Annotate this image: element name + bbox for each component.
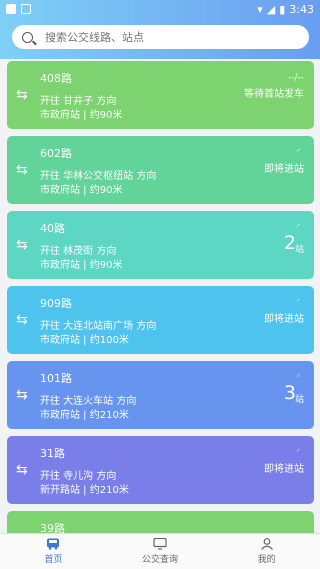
bottom-tab-bar: 首页 公交查询 我的 xyxy=(0,533,320,569)
route-name: 909路 xyxy=(40,297,72,310)
search-input[interactable] xyxy=(45,30,265,44)
route-stop: 市政府站 | 约100米 xyxy=(40,335,129,346)
arrival-status: 即将进站 xyxy=(264,164,304,175)
tab-home-label: 首页 xyxy=(44,555,63,565)
arrival-status: 即将进站 xyxy=(264,464,304,475)
swap-direction-icon[interactable]: ⇆ xyxy=(16,87,28,103)
user-icon xyxy=(260,538,273,550)
route-stop: 市政府站 | 约90米 xyxy=(40,185,123,196)
realtime-signal-icon: ◜ xyxy=(296,297,300,306)
tab-profile[interactable]: 我的 xyxy=(213,534,320,569)
arrival-status: 等待首站发车 xyxy=(244,89,304,100)
realtime-signal-icon: ◜ xyxy=(296,447,300,456)
route-direction: 开往 甘井子 方向 xyxy=(40,96,117,107)
arrival-status: 即将进站 xyxy=(264,314,304,325)
tab-home[interactable]: 首页 xyxy=(0,534,107,569)
swap-direction-icon[interactable]: ⇆ xyxy=(16,387,28,403)
notification-icon xyxy=(6,4,16,14)
battery-icon: ▮ xyxy=(279,2,286,16)
route-card[interactable]: ⇆ 40路 开往 林茂街 方向 市政府站 | 约90米 ◜ 2 站 xyxy=(7,211,314,279)
swap-direction-icon[interactable]: ⇆ xyxy=(16,237,28,253)
realtime-signal-icon: ◜ xyxy=(296,222,300,231)
search-icon xyxy=(22,31,33,43)
image-icon xyxy=(21,4,31,14)
status-bar: ▾ ◢ ▮ 3:43 xyxy=(0,0,320,18)
route-name: 408路 xyxy=(40,72,72,85)
tab-profile-label: 我的 xyxy=(257,555,276,565)
tab-bus-query-label: 公交查询 xyxy=(142,555,179,565)
swap-direction-icon[interactable]: ⇆ xyxy=(16,162,28,178)
route-name: 101路 xyxy=(40,372,72,385)
route-list: ⇆ 408路 开往 甘井子 方向 市政府站 | 约90米 --/-- 等待首站发… xyxy=(7,61,314,569)
route-card[interactable]: ⇆ 101路 开往 大连火车站 方向 市政府站 | 约210米 ◜ 3 站 xyxy=(7,361,314,429)
route-stop: 新开路站 | 约210米 xyxy=(40,485,129,496)
status-time: 3:43 xyxy=(289,2,314,16)
monitor-icon xyxy=(153,538,167,550)
route-stop: 市政府站 | 约90米 xyxy=(40,260,123,271)
route-direction: 开往 大连火车站 方向 xyxy=(40,396,137,407)
route-name: 602路 xyxy=(40,147,72,160)
signal-icon: ◢ xyxy=(266,2,276,16)
search-bar[interactable] xyxy=(12,25,309,49)
bus-icon xyxy=(47,538,60,550)
realtime-signal-icon: ◜ xyxy=(296,372,300,381)
route-stop: 市政府站 | 约90米 xyxy=(40,110,123,121)
route-card[interactable]: ⇆ 31路 开往 寺儿沟 方向 新开路站 | 约210米 ◜ 即将进站 xyxy=(7,436,314,504)
stops-away-unit: 站 xyxy=(294,245,304,255)
swap-direction-icon[interactable]: ⇆ xyxy=(16,462,28,478)
swap-direction-icon[interactable]: ⇆ xyxy=(16,312,28,328)
route-direction: 开往 华林公交枢纽站 方向 xyxy=(40,171,157,182)
stops-away-unit: 站 xyxy=(294,395,304,405)
route-card[interactable]: ⇆ 602路 开往 华林公交枢纽站 方向 市政府站 | 约90米 ◜ 即将进站 xyxy=(7,136,314,204)
tab-bus-query[interactable]: 公交查询 xyxy=(107,534,214,569)
route-card[interactable]: ⇆ 909路 开往 大连北站南广场 方向 市政府站 | 约100米 ◜ 即将进站 xyxy=(7,286,314,354)
route-stop: 市政府站 | 约210米 xyxy=(40,410,129,421)
route-name: 40路 xyxy=(40,222,65,235)
route-direction: 开往 寺儿沟 方向 xyxy=(40,471,117,482)
realtime-signal-icon: ◜ xyxy=(296,147,300,156)
route-direction: 开往 林茂街 方向 xyxy=(40,246,117,257)
header: ▾ ◢ ▮ 3:43 xyxy=(0,0,320,59)
route-card[interactable]: ⇆ 408路 开往 甘井子 方向 市政府站 | 约90米 --/-- 等待首站发… xyxy=(7,61,314,129)
route-name: 31路 xyxy=(40,447,65,460)
wifi-icon: ▾ xyxy=(257,2,263,16)
route-direction: 开往 大连北站南广场 方向 xyxy=(40,321,157,332)
arrival-placeholder: --/-- xyxy=(287,73,304,83)
